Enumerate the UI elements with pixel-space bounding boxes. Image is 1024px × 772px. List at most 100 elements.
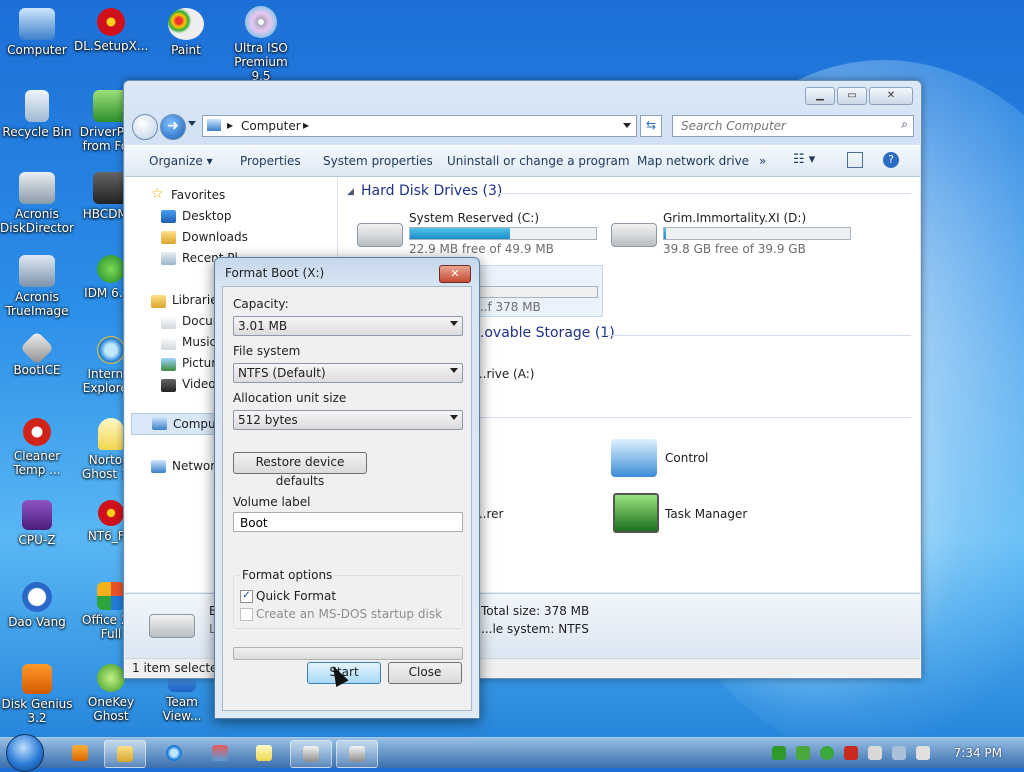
drive-free-space: 39.8 GB free of 39.9 GB <box>663 242 806 256</box>
tray-play-icon[interactable] <box>820 746 834 760</box>
desktop-icon-diskgenius[interactable]: Disk Genius 3.2 <box>0 664 74 725</box>
desktop-icon-cleaner[interactable]: Cleaner Temp ... <box>0 418 74 477</box>
onekey-ghost-icon <box>97 664 125 692</box>
favorites-star-icon: ☆ <box>151 186 164 202</box>
capacity-select[interactable]: 3.01 MB <box>233 316 463 336</box>
forward-button[interactable]: ➜ <box>160 114 186 140</box>
hard-disk-drives-header[interactable]: Hard Disk Drives (3) <box>361 183 502 199</box>
drive-boot-selected[interactable]: ...f 378 MB <box>475 265 603 317</box>
system-properties-button[interactable]: System properties <box>323 154 433 168</box>
dialog-close-button[interactable]: ✕ <box>439 265 471 283</box>
breadcrumb-arrow-icon[interactable]: ▸ <box>303 118 309 132</box>
downloads-folder-icon <box>161 231 176 244</box>
nav-downloads[interactable]: Downloads <box>182 230 248 244</box>
tray-flag-icon[interactable] <box>844 746 858 760</box>
status-text: 1 item selected <box>132 661 226 675</box>
tray-network-icon[interactable] <box>772 746 786 760</box>
back-button[interactable] <box>132 114 158 140</box>
recent-pages-chevron-icon[interactable] <box>188 121 196 126</box>
navigation-row: ➜ ▸ Computer ▸ ⇆ ⌕ <box>132 114 914 140</box>
restore-defaults-button[interactable]: Restore device defaults <box>233 452 367 488</box>
desktop-icon-daovang[interactable]: Dao Vang <box>0 582 74 629</box>
nav-music[interactable]: Music <box>182 335 216 349</box>
properties-button[interactable]: Properties <box>240 154 301 168</box>
taskbar-app[interactable] <box>200 740 240 766</box>
collapse-arrow-icon[interactable]: ◢ <box>347 187 354 197</box>
address-text[interactable]: Computer <box>241 119 301 133</box>
refresh-button[interactable]: ⇆ <box>640 115 662 137</box>
flag-icon <box>97 8 125 36</box>
desktop-icon-acronis-ti[interactable]: Acronis TrueImage <box>0 255 74 318</box>
address-bar[interactable]: ▸ Computer ▸ <box>202 115 637 137</box>
organize-button[interactable]: Organize ▾ <box>149 154 213 168</box>
file-system-value: NTFS (Default) <box>238 366 326 380</box>
floppy-drive-label[interactable]: ...rive (A:) <box>475 367 534 381</box>
help-icon[interactable]: ? <box>883 152 899 168</box>
nav-desktop[interactable]: Desktop <box>182 209 232 223</box>
search-input[interactable] <box>679 118 883 134</box>
taskbar: 7:34 PM <box>0 734 1024 772</box>
search-box[interactable]: ⌕ <box>672 115 914 137</box>
volume-label-input[interactable] <box>238 515 452 531</box>
desktop-icon-recycle-bin[interactable]: Recycle Bin <box>0 90 74 139</box>
control-panel-item[interactable]: Control <box>665 451 708 465</box>
minimize-button[interactable]: ▁ <box>805 87 835 105</box>
drive-usage-bar <box>478 286 598 298</box>
start-button[interactable] <box>6 734 44 772</box>
taskbar-ghost[interactable] <box>244 740 284 766</box>
more-commands-button[interactable]: » <box>759 154 766 168</box>
tray-safely-remove-icon[interactable] <box>868 746 882 760</box>
window-close-button[interactable]: ✕ <box>869 87 913 105</box>
bootice-icon <box>20 331 54 365</box>
desktop-icon-bootice[interactable]: BootICE <box>0 331 74 377</box>
taskbar-media-player[interactable] <box>60 740 100 766</box>
taskbar-bootice-2[interactable] <box>336 740 378 768</box>
tray-monitor-icon[interactable] <box>892 746 906 760</box>
uninstall-program-button[interactable]: Uninstall or change a program <box>447 154 630 168</box>
map-network-drive-button[interactable]: Map network drive <box>637 154 749 168</box>
tray-volume-icon[interactable] <box>916 746 930 760</box>
allocation-label: Allocation unit size <box>233 391 347 405</box>
desktop-icon-computer[interactable]: Computer <box>0 8 74 57</box>
format-dialog[interactable]: Format Boot (X:) ✕ Capacity: 3.01 MB Fil… <box>214 257 480 719</box>
search-icon[interactable]: ⌕ <box>901 117 908 132</box>
close-button[interactable]: Close <box>388 662 462 684</box>
taskbar-ie[interactable] <box>154 740 194 766</box>
desktop-icon-ultraiso[interactable]: Ultra ISO Premium 9.5 <box>224 6 298 83</box>
acronis-monitor-icon <box>19 255 55 287</box>
dialog-title: Format Boot (X:) <box>225 266 325 280</box>
office-icon <box>97 582 125 610</box>
desktop-icon-dlsetup[interactable]: DL.SetupX... <box>74 8 148 53</box>
preview-pane-icon[interactable] <box>847 152 863 168</box>
task-manager-item[interactable]: Task Manager <box>665 507 747 521</box>
tray-idm-icon[interactable] <box>796 746 810 760</box>
address-dropdown-icon[interactable] <box>623 123 631 128</box>
allocation-select[interactable]: 512 bytes <box>233 410 463 430</box>
details-total-size: Total size: 378 MB <box>481 604 590 618</box>
desktop-icon-acronis-dd[interactable]: Acronis DiskDirector <box>0 172 74 235</box>
drive-name: Grim.Immortality.XI (D:) <box>663 211 807 225</box>
msdos-startup-checkbox[interactable] <box>240 608 253 621</box>
clock[interactable]: 7:34 PM <box>954 746 1002 760</box>
control-panel-icon <box>611 439 657 477</box>
task-manager-icon <box>613 493 659 533</box>
maximize-button[interactable]: ▭ <box>837 87 867 105</box>
desktop-icon-paint[interactable]: Paint <box>149 8 223 57</box>
taskbar-bootice-1[interactable] <box>290 740 332 768</box>
internet-explorer-icon <box>166 745 182 761</box>
nav-favorites[interactable]: Favorites <box>171 188 225 202</box>
cpuz-icon <box>22 500 52 530</box>
removable-storage-header[interactable]: ...ovable Storage (1) <box>471 325 615 341</box>
allocation-value: 512 bytes <box>238 413 298 427</box>
recent-places-icon <box>161 252 176 265</box>
change-view-icon[interactable]: ☷ ▾ <box>793 152 815 167</box>
drive-usage-fill <box>664 228 666 239</box>
format-options-label: Format options <box>240 568 335 582</box>
file-system-select[interactable]: NTFS (Default) <box>233 363 463 383</box>
volume-label-field[interactable] <box>233 512 463 532</box>
taskbar-explorer[interactable] <box>104 740 146 768</box>
computer-icon <box>152 417 167 430</box>
flag-icon <box>98 500 124 526</box>
desktop-icon-cpuz[interactable]: CPU-Z <box>0 500 74 547</box>
quick-format-checkbox[interactable]: ✓ <box>240 590 253 603</box>
